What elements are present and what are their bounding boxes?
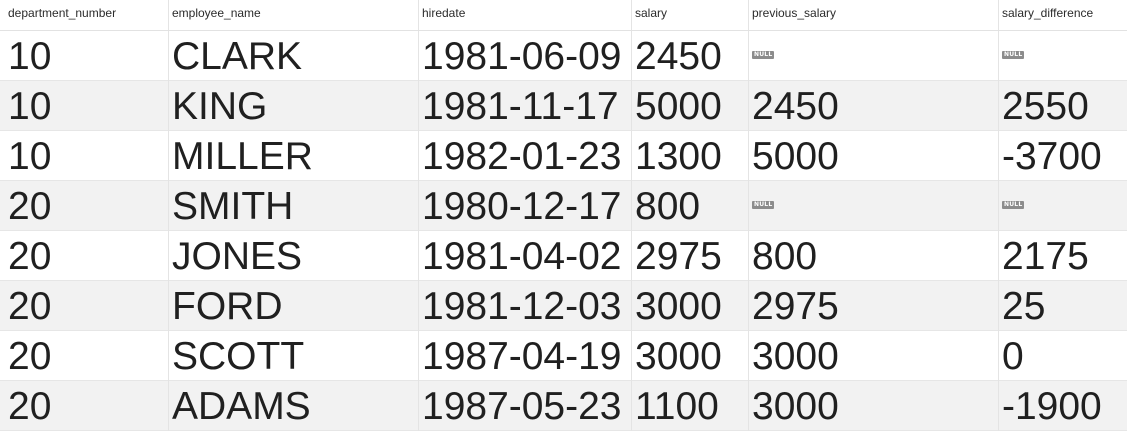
previous-salary-cell[interactable]: NULL — [749, 181, 999, 231]
hiredate-cell[interactable]: 1981-11-17 — [419, 81, 632, 131]
department-number-cell[interactable]: 20 — [5, 281, 169, 331]
employee-name-cell[interactable]: SCOTT — [169, 331, 419, 381]
column-header-employee-name[interactable]: employee_name — [169, 0, 419, 30]
salary-cell[interactable]: 2975 — [632, 231, 749, 281]
table-row[interactable]: 20 FORD 1981-12-03 3000 2975 25 — [0, 281, 1127, 331]
employee-name-cell[interactable]: SMITH — [169, 181, 419, 231]
previous-salary-cell[interactable]: 5000 — [749, 131, 999, 181]
salary-cell[interactable]: 2450 — [632, 31, 749, 81]
table-row[interactable]: 20 SCOTT 1987-04-19 3000 3000 0 — [0, 331, 1127, 381]
salary-cell[interactable]: 1300 — [632, 131, 749, 181]
previous-salary-cell[interactable]: 3000 — [749, 381, 999, 431]
column-header-department-number[interactable]: department_number — [5, 0, 169, 30]
hiredate-cell[interactable]: 1987-04-19 — [419, 331, 632, 381]
table-row[interactable]: 20 JONES 1981-04-02 2975 800 2175 — [0, 231, 1127, 281]
hiredate-cell[interactable]: 1981-06-09 — [419, 31, 632, 81]
employee-name-cell[interactable]: MILLER — [169, 131, 419, 181]
salary-difference-cell[interactable]: NULL — [999, 31, 1127, 81]
salary-cell[interactable]: 5000 — [632, 81, 749, 131]
previous-salary-cell[interactable]: 2450 — [749, 81, 999, 131]
table-row[interactable]: 10 KING 1981-11-17 5000 2450 2550 — [0, 81, 1127, 131]
column-header-salary-difference[interactable]: salary_difference — [999, 0, 1127, 30]
salary-difference-cell[interactable]: NULL — [999, 181, 1127, 231]
column-header-previous-salary[interactable]: previous_salary — [749, 0, 999, 30]
column-header-salary[interactable]: salary — [632, 0, 749, 30]
department-number-cell[interactable]: 10 — [5, 81, 169, 131]
header-row: department_number employee_name hiredate… — [0, 0, 1127, 31]
salary-difference-cell[interactable]: 2550 — [999, 81, 1127, 131]
table-row[interactable]: 20 SMITH 1980-12-17 800 NULL NULL — [0, 181, 1127, 231]
salary-difference-cell[interactable]: 0 — [999, 331, 1127, 381]
department-number-cell[interactable]: 20 — [5, 181, 169, 231]
hiredate-cell[interactable]: 1987-05-23 — [419, 381, 632, 431]
salary-difference-cell[interactable]: -1900 — [999, 381, 1127, 431]
employee-name-cell[interactable]: CLARK — [169, 31, 419, 81]
salary-cell[interactable]: 800 — [632, 181, 749, 231]
result-grid: department_number employee_name hiredate… — [0, 0, 1127, 433]
null-badge: NULL — [752, 50, 775, 59]
employee-name-cell[interactable]: JONES — [169, 231, 419, 281]
hiredate-cell[interactable]: 1980-12-17 — [419, 181, 632, 231]
null-badge: NULL — [752, 200, 775, 209]
department-number-cell[interactable]: 20 — [5, 331, 169, 381]
salary-cell[interactable]: 1100 — [632, 381, 749, 431]
hiredate-cell[interactable]: 1981-12-03 — [419, 281, 632, 331]
table-row[interactable]: 10 MILLER 1982-01-23 1300 5000 -3700 — [0, 131, 1127, 181]
salary-difference-cell[interactable]: 2175 — [999, 231, 1127, 281]
employee-name-cell[interactable]: FORD — [169, 281, 419, 331]
table-row[interactable]: 20 ADAMS 1987-05-23 1100 3000 -1900 — [0, 381, 1127, 431]
employee-name-cell[interactable]: ADAMS — [169, 381, 419, 431]
salary-difference-cell[interactable]: -3700 — [999, 131, 1127, 181]
department-number-cell[interactable]: 10 — [5, 31, 169, 81]
null-badge: NULL — [1002, 50, 1025, 59]
salary-cell[interactable]: 3000 — [632, 281, 749, 331]
previous-salary-cell[interactable]: 800 — [749, 231, 999, 281]
salary-difference-cell[interactable]: 25 — [999, 281, 1127, 331]
department-number-cell[interactable]: 20 — [5, 381, 169, 431]
hiredate-cell[interactable]: 1981-04-02 — [419, 231, 632, 281]
salary-cell[interactable]: 3000 — [632, 331, 749, 381]
column-header-hiredate[interactable]: hiredate — [419, 0, 632, 30]
employee-name-cell[interactable]: KING — [169, 81, 419, 131]
department-number-cell[interactable]: 10 — [5, 131, 169, 181]
previous-salary-cell[interactable]: NULL — [749, 31, 999, 81]
previous-salary-cell[interactable]: 2975 — [749, 281, 999, 331]
department-number-cell[interactable]: 20 — [5, 231, 169, 281]
previous-salary-cell[interactable]: 3000 — [749, 331, 999, 381]
hiredate-cell[interactable]: 1982-01-23 — [419, 131, 632, 181]
table-row[interactable]: 10 CLARK 1981-06-09 2450 NULL NULL — [0, 31, 1127, 81]
null-badge: NULL — [1002, 200, 1025, 209]
